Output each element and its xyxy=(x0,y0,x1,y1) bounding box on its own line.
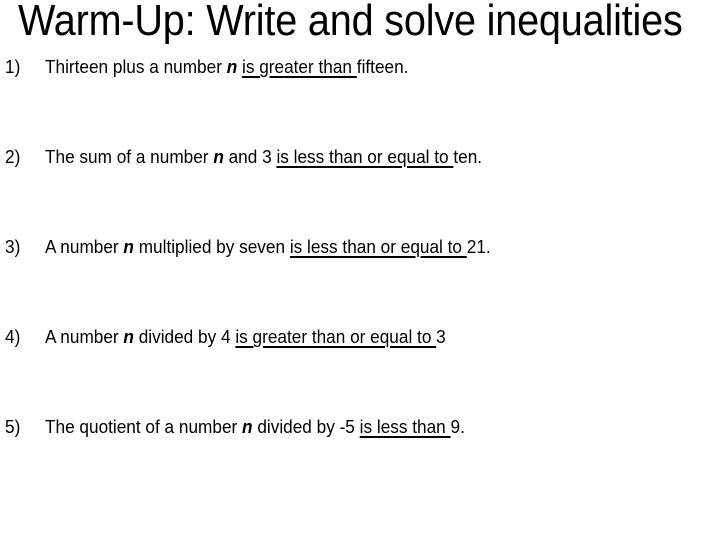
list-item-text: The quotient of a number n divided by -5… xyxy=(45,416,465,438)
list-item: 2) The sum of a number n and 3 is less th… xyxy=(5,146,717,168)
inequality-phrase: is less than xyxy=(359,416,451,437)
list-item-marker: 5) xyxy=(5,416,21,437)
text-tail: 21. xyxy=(466,236,491,257)
text-tail: ten. xyxy=(453,146,483,167)
problem-list: 1) Thirteen plus a number n is greater th… xyxy=(0,0,720,540)
text-tail: 9. xyxy=(450,416,465,437)
text-mid: and 3 xyxy=(223,146,277,167)
text-lead: Thirteen plus a number xyxy=(45,56,227,77)
slide-canvas: Warm-Up: Write and solve inequalities 1)… xyxy=(0,0,720,540)
text-lead: The sum of a number xyxy=(45,146,214,167)
list-item: 1) Thirteen plus a number n is greater th… xyxy=(5,56,717,78)
text-mid: divided by 4 xyxy=(133,326,236,347)
text-lead: A number xyxy=(45,236,124,257)
list-item-text: The sum of a number n and 3 is less than… xyxy=(45,146,482,168)
text-lead: The quotient of a number xyxy=(45,416,243,437)
list-item-marker: 1) xyxy=(5,56,21,77)
list-item: 4) A number n divided by 4 is greater tha… xyxy=(5,326,717,348)
text-tail: 3 xyxy=(436,326,446,347)
inequality-phrase: is greater than or equal to xyxy=(235,326,437,347)
inequality-phrase: is less than or equal to xyxy=(276,146,454,167)
text-mid: multiplied by seven xyxy=(133,236,290,257)
inequality-phrase: is greater than xyxy=(242,56,357,77)
text-lead: A number xyxy=(45,326,124,347)
list-item-marker: 2) xyxy=(5,146,21,167)
list-item-text: Thirteen plus a number n is greater than… xyxy=(45,56,408,78)
inequality-phrase: is less than or equal to xyxy=(289,236,467,257)
list-item-marker: 3) xyxy=(5,236,21,257)
list-item-text: A number n multiplied by seven is less t… xyxy=(45,236,491,258)
list-item-text: A number n divided by 4 is greater than … xyxy=(45,326,446,348)
variable-n: n xyxy=(123,326,134,347)
variable-n: n xyxy=(226,56,238,77)
list-item-marker: 4) xyxy=(5,326,21,347)
variable-n: n xyxy=(242,416,253,437)
text-mid: divided by -5 xyxy=(252,416,360,437)
list-item: 5) The quotient of a number n divided by … xyxy=(5,416,717,438)
variable-n: n xyxy=(123,236,134,257)
text-tail: fifteen. xyxy=(356,56,409,77)
variable-n: n xyxy=(213,146,224,167)
list-item: 3) A number n multiplied by seven is less… xyxy=(5,236,717,258)
